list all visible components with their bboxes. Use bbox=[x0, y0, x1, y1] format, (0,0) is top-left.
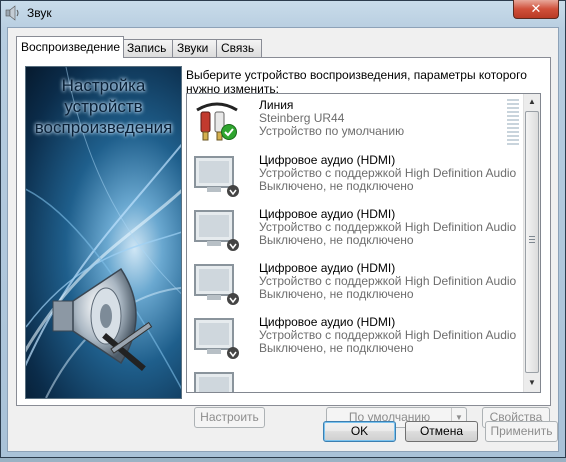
device-detail: Устройство с поддержкой High Definition … bbox=[259, 274, 517, 288]
sound-dialog: Звук ✕ Воспроизведение Запись Звуки Связ… bbox=[0, 0, 566, 458]
monitor-icon bbox=[194, 156, 239, 197]
device-name: Цифровое аудио (HDMI) bbox=[259, 153, 396, 167]
device-name: Линия bbox=[259, 98, 294, 112]
tab-communications[interactable]: Связь bbox=[216, 39, 262, 57]
device-name: Цифровое аудио (HDMI) bbox=[259, 315, 396, 329]
device-status: Устройство по умолчанию bbox=[259, 124, 405, 138]
apply-button[interactable]: Применить bbox=[485, 421, 558, 442]
cancel-button[interactable]: Отмена bbox=[405, 421, 478, 442]
tab-recording[interactable]: Запись bbox=[122, 39, 174, 57]
list-item-device-hdmi[interactable]: Цифровое аудио (HDMI) Устройство с подде… bbox=[187, 311, 525, 366]
window-title: Звук bbox=[27, 6, 52, 20]
banner-title: Настройка устройств воспроизведения bbox=[34, 76, 173, 137]
ok-button[interactable]: OK bbox=[323, 421, 396, 442]
volume-level-meter bbox=[507, 99, 519, 147]
device-name: Цифровое аудио (HDMI) bbox=[259, 207, 396, 221]
scroll-up-arrow-icon[interactable]: ▲ bbox=[524, 94, 540, 110]
close-icon: ✕ bbox=[530, 1, 542, 16]
scroll-thumb[interactable] bbox=[525, 111, 539, 373]
tab-sounds[interactable]: Звуки bbox=[172, 39, 218, 57]
device-name: Цифровое аудио (HDMI) bbox=[259, 261, 396, 275]
device-status: Выключено, не подключено bbox=[259, 179, 414, 193]
device-status: Выключено, не подключено bbox=[259, 287, 414, 301]
list-item-device-partial[interactable] bbox=[187, 365, 525, 392]
monitor-icon bbox=[194, 318, 239, 359]
default-check-icon bbox=[221, 124, 237, 140]
title-bar[interactable]: Звук ✕ bbox=[1, 0, 565, 27]
device-status: Выключено, не подключено bbox=[259, 233, 414, 247]
list-vertical-scrollbar[interactable]: ▲ ▼ bbox=[523, 94, 540, 392]
close-button[interactable]: ✕ bbox=[513, 0, 559, 19]
playback-banner: Настройка устройств воспроизведения bbox=[25, 66, 182, 399]
device-detail: Steinberg UR44 bbox=[259, 111, 345, 125]
list-item-device-hdmi[interactable]: Цифровое аудио (HDMI) Устройство с подде… bbox=[187, 203, 525, 258]
tab-playback[interactable]: Воспроизведение bbox=[16, 36, 124, 58]
playback-device-list[interactable]: Линия Steinberg UR44 Устройство по умолч… bbox=[186, 93, 541, 393]
scroll-grip-icon bbox=[529, 236, 535, 245]
playback-tab-panel: Настройка устройств воспроизведения Выбе… bbox=[16, 57, 551, 428]
device-detail: Устройство с поддержкой High Definition … bbox=[259, 166, 517, 180]
list-item-device-hdmi[interactable]: Цифровое аудио (HDMI) Устройство с подде… bbox=[187, 149, 525, 204]
speaker-app-icon bbox=[5, 5, 19, 21]
monitor-icon bbox=[194, 210, 239, 251]
dialog-client-area: Воспроизведение Запись Звуки Связь Настр… bbox=[7, 27, 559, 452]
monitor-icon bbox=[194, 372, 234, 392]
configure-button[interactable]: Настроить bbox=[194, 407, 265, 428]
device-detail: Устройство с поддержкой High Definition … bbox=[259, 328, 517, 342]
instruction-text: Выберите устройство воспроизведения, пар… bbox=[186, 68, 527, 96]
list-item-device-hdmi[interactable]: Цифровое аудио (HDMI) Устройство с подде… bbox=[187, 257, 525, 312]
device-status: Выключено, не подключено bbox=[259, 341, 414, 355]
monitor-icon bbox=[194, 264, 239, 305]
speaker-with-tools-icon bbox=[52, 267, 153, 372]
device-detail: Устройство с поддержкой High Definition … bbox=[259, 220, 517, 234]
list-item-device-line[interactable]: Линия Steinberg UR44 Устройство по умолч… bbox=[187, 94, 525, 149]
scroll-down-arrow-icon[interactable]: ▼ bbox=[524, 375, 540, 391]
